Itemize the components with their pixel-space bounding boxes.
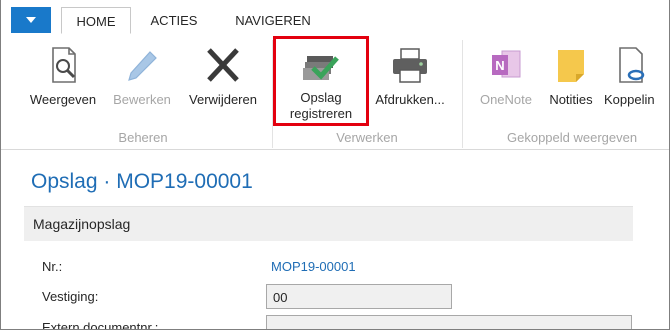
location-field[interactable]: 00 [266,284,452,309]
print-button-label: Afdrukken... [375,92,445,107]
print-button[interactable]: Afdrukken... [368,34,452,126]
notes-button[interactable]: Notities [542,34,600,126]
page-title: Opslag · MOP19-00001 [31,170,253,193]
group-label-gekoppeld-weergeven: Gekoppeld weergeven [507,130,638,145]
links-button[interactable]: Koppelin [602,34,669,126]
app-window: HOME ACTIES NAVIGEREN Weergeven Bewerken [0,0,670,330]
view-button[interactable]: Weergeven [23,34,103,126]
group-label-beheren: Beheren [118,130,168,145]
edit-button[interactable]: Bewerken [107,34,177,126]
delete-button[interactable]: Verwijderen [181,34,265,126]
field-label-vestiging: Vestiging: [42,289,99,304]
delete-button-label: Verwijderen [189,92,257,107]
onenote-button[interactable]: N OneNote [471,34,541,126]
group-separator [462,40,463,148]
field-label-nr: Nr.: [42,259,63,274]
group-label-verwerken: Verwerken [336,130,398,145]
link-doc-icon [619,47,645,83]
links-button-label: Koppelin [604,92,655,107]
section-header[interactable]: Magazijnopslag [24,206,633,241]
notes-button-label: Notities [549,92,593,107]
delete-x-icon [207,48,239,82]
onenote-icon: N [492,50,521,78]
view-magnifier-icon [52,47,76,83]
field-value-nr[interactable]: MOP19-00001 [271,259,356,274]
field-label-extern-documentnr: Extern documentnr.: [42,320,159,330]
tab-navigeren[interactable]: NAVIGEREN [223,7,323,34]
tab-acties[interactable]: ACTIES [139,7,209,34]
tab-home[interactable]: HOME [61,7,131,34]
svg-text:N: N [495,58,504,73]
ribbon-tab-strip: HOME ACTIES NAVIGEREN [1,0,669,35]
printer-icon [393,48,427,83]
highlight-box [273,36,369,126]
app-menu-button[interactable] [11,7,51,33]
external-document-field[interactable] [266,315,632,329]
pencil-icon [128,51,157,81]
notes-icon [558,50,584,82]
section-title: Magazijnopslag [33,216,131,232]
chevron-down-icon [26,17,36,23]
onenote-button-label: OneNote [479,92,533,107]
edit-button-label: Bewerken [113,92,171,107]
view-button-label: Weergeven [29,92,97,107]
